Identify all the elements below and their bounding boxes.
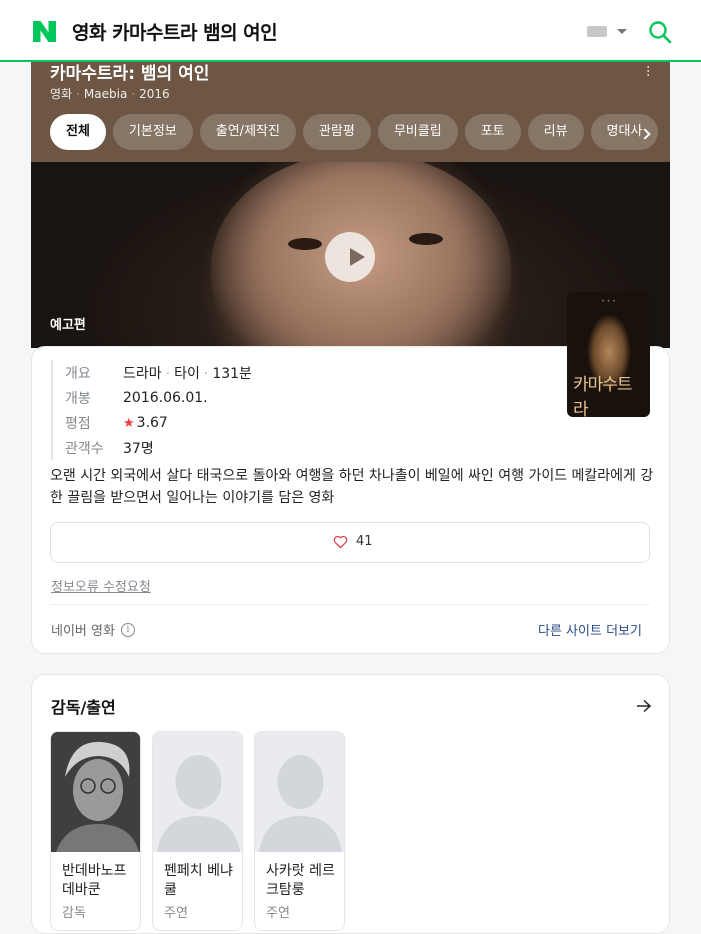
thumbnail-detail: [409, 233, 443, 245]
tab-reviews-rating[interactable]: 관람평: [302, 114, 371, 150]
tab-bar: 전체 기본정보 출연/제작진 관람평 무비클립 포토 리뷰 명대사: [50, 114, 659, 150]
info-label: 개요: [65, 365, 91, 382]
person-placeholder: [255, 732, 344, 852]
like-button[interactable]: 41: [50, 522, 650, 563]
cast-person[interactable]: 펜페치 베냐쿨 주연: [152, 731, 243, 931]
synopsis-text: 오랜 시간 외국에서 살다 태국으로 돌아와 여행을 하던 차나촐이 베일에 싸…: [50, 468, 654, 506]
info-row-audience: 관객수 37명: [65, 435, 252, 460]
trailer-label: 예고편: [50, 318, 86, 333]
cast-person[interactable]: 반데바노프 데바쿤 감독: [50, 731, 141, 931]
play-icon[interactable]: [350, 248, 365, 266]
like-content: 41: [333, 534, 373, 549]
tab-basic-info[interactable]: 기본정보: [112, 114, 193, 150]
person-role: 주연: [266, 906, 290, 921]
poster-figure: • • •: [601, 298, 616, 305]
more-sites-link[interactable]: 다른 사이트 더보기: [538, 620, 642, 639]
info-row-overview: 개요 드라마 · 타이 · 131분: [65, 360, 252, 385]
more-options-icon[interactable]: · · ·: [646, 61, 650, 83]
search-header: 영화 카마수트라 뱀의 여인: [0, 0, 701, 62]
movie-category: 영화: [50, 87, 73, 101]
poster-title: 카마수트라: [573, 375, 633, 417]
search-query-text[interactable]: 영화 카마수트라 뱀의 여인: [72, 18, 278, 45]
person-name: 펜페치 베냐쿨: [164, 863, 233, 898]
tab-reviews[interactable]: 리뷰: [527, 114, 584, 150]
search-icon[interactable]: [648, 20, 672, 44]
movie-title: 카마수트라: 뱀의 여인: [50, 64, 210, 84]
person-placeholder-icon: [153, 732, 242, 852]
tab-photos[interactable]: 포토: [464, 114, 521, 150]
tab-movie-clips[interactable]: 무비클립: [377, 114, 458, 150]
person-name: 반데바노프 데바쿤: [62, 863, 127, 898]
star-icon: ★: [123, 415, 135, 431]
info-value: 드라마 · 타이 · 131분: [123, 365, 252, 382]
person-role: 주연: [164, 906, 188, 921]
rating-value[interactable]: ★ 3.67: [123, 415, 168, 431]
person-placeholder: [153, 732, 242, 852]
source-label: 네이버 영화 i: [51, 620, 135, 639]
person-role: 감독: [62, 906, 86, 921]
person-placeholder-icon: [255, 732, 344, 852]
rating-number: 3.67: [136, 414, 168, 431]
tab-all[interactable]: 전체: [50, 114, 106, 150]
info-label: 개봉: [65, 390, 91, 407]
genre-link[interactable]: 드라마: [123, 366, 162, 382]
heart-icon: [333, 535, 348, 548]
movie-year: 2016: [139, 87, 170, 101]
thumbnail-detail: [288, 238, 322, 250]
person-photo: [51, 732, 140, 852]
naver-logo-icon[interactable]: [33, 21, 56, 42]
info-icon[interactable]: i: [120, 622, 135, 637]
movie-poster[interactable]: • • • 카마수트라: [567, 292, 650, 417]
country-link[interactable]: 타이: [174, 366, 200, 382]
report-error-link[interactable]: 정보오류 수정요청: [51, 576, 151, 595]
movie-original-title: Maebia: [83, 87, 128, 101]
info-list: 개요 드라마 · 타이 · 131분 개봉 2016.06.01. 평점 ★ 3.67 관…: [51, 360, 252, 460]
info-label: 관객수: [65, 440, 104, 457]
like-count: 41: [356, 534, 373, 549]
info-row-release: 개봉 2016.06.01.: [65, 385, 252, 410]
cast-person[interactable]: 사카랏 레르크탐룽 주연: [254, 731, 345, 931]
info-label: 평점: [65, 415, 91, 432]
divider: [50, 604, 650, 605]
movie-meta: 영화 · Maebia · 2016: [50, 87, 170, 101]
release-date: 2016.06.01.: [123, 389, 208, 406]
person-name: 사카랏 레르크탐룽: [266, 863, 335, 898]
source-text: 네이버 영화: [51, 624, 115, 639]
audience-count: 37명: [123, 440, 154, 457]
chevron-down-icon[interactable]: [617, 29, 627, 34]
runtime: 131분: [212, 365, 252, 382]
arrow-right-icon[interactable]: [636, 699, 652, 713]
tab-cast-crew[interactable]: 출연/제작진: [199, 114, 296, 150]
info-row-rating: 평점 ★ 3.67: [65, 410, 252, 435]
cast-section-title: 감독/출연: [51, 698, 116, 717]
person-photo-image: [51, 732, 140, 852]
keyboard-icon[interactable]: [587, 26, 607, 37]
